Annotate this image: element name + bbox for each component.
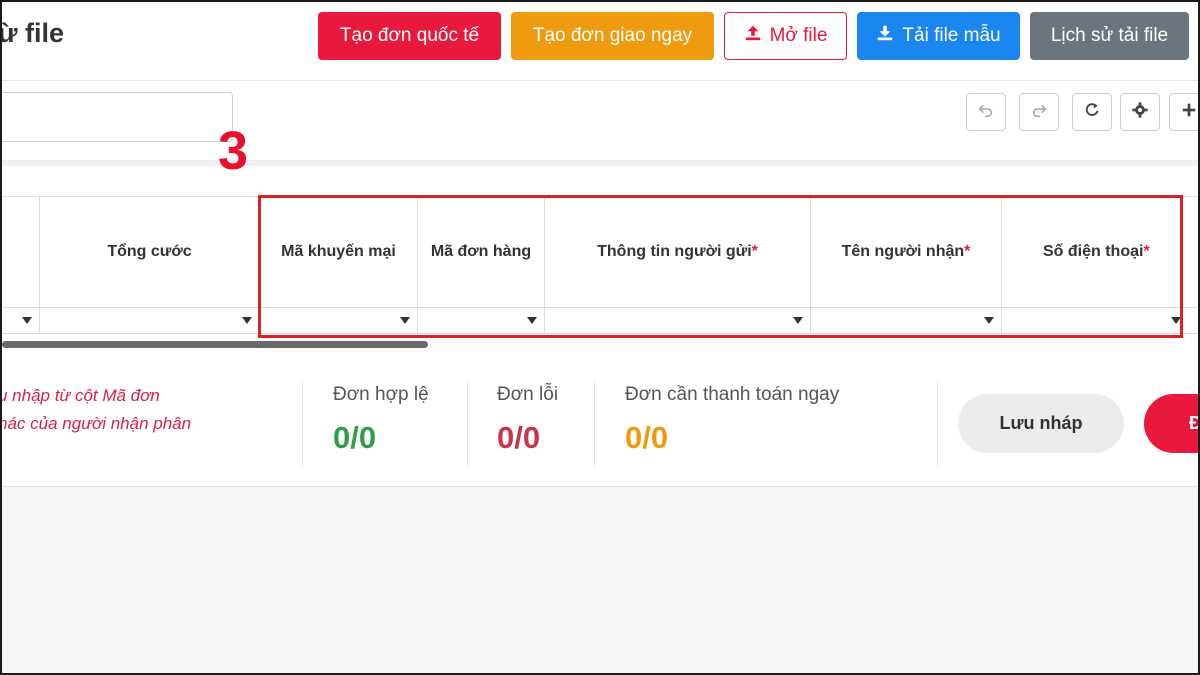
column-filter-dropdown[interactable] (545, 308, 811, 334)
step-number-annotation: 3 (218, 121, 249, 181)
column-header-sender-info[interactable]: Thông tin người gửi * (545, 196, 811, 308)
required-mark: * (751, 243, 758, 260)
create-instant-delivery-button[interactable]: Tạo đơn giao ngay (511, 12, 714, 60)
valid-orders-label: Đơn hợp lệ (333, 384, 429, 405)
column-header-partial[interactable] (2, 196, 40, 308)
pay-now-orders-count: 0/0 (625, 420, 669, 455)
column-header-label: Tên người nhận (841, 243, 965, 260)
create-international-order-label: Tạo đơn quốc tế (339, 25, 480, 46)
undo-button[interactable] (966, 93, 1006, 131)
caret-down-icon (527, 317, 537, 324)
redo-icon (1030, 101, 1048, 124)
column-filter-dropdown[interactable] (260, 308, 418, 334)
save-draft-label: Lưu nháp (999, 413, 1083, 433)
valid-orders-count: 0/0 (333, 420, 377, 455)
column-filter-dropdown[interactable] (418, 308, 545, 334)
caret-down-icon (793, 317, 803, 324)
column-filter-dropdown[interactable] (1002, 308, 1198, 334)
column-header-label: Mã đơn hàng (430, 243, 532, 260)
column-filter-dropdown[interactable] (2, 308, 40, 334)
required-mark: * (964, 243, 971, 260)
column-header-label: Số điện thoại (1043, 243, 1144, 260)
divider (302, 382, 303, 466)
redo-button[interactable] (1019, 93, 1059, 131)
app-window: ừ file Tạo đơn quốc tế Tạo đơn giao ngay… (0, 0, 1200, 675)
upload-history-label: Lịch sử tải file (1050, 25, 1169, 46)
column-header-promo-code[interactable]: Mã khuyến mại (260, 196, 418, 308)
create-international-order-button[interactable]: Tạo đơn quốc tế (318, 12, 501, 60)
page-title: ừ file (0, 18, 65, 48)
download-icon (876, 24, 894, 48)
settings-button[interactable] (1120, 93, 1160, 131)
empty-content-area (2, 487, 1198, 673)
divider (467, 382, 468, 466)
column-header-phone[interactable]: Số điện thoại * (1002, 196, 1198, 308)
refresh-button[interactable] (1072, 93, 1112, 131)
plus-icon (1180, 101, 1198, 124)
caret-down-icon (242, 317, 252, 324)
column-filter-dropdown[interactable] (40, 308, 260, 334)
page-header: ừ file Tạo đơn quốc tế Tạo đơn giao ngay… (0, 2, 1198, 81)
import-note-line: hác của người nhận phân (0, 414, 192, 433)
order-grid: Tổng cước Mã khuyến mại Mã đơn hàng Thôn… (2, 196, 1198, 336)
upload-history-button[interactable]: Lịch sử tải file (1030, 12, 1189, 60)
submit-label: Đ (1189, 413, 1198, 434)
submit-button[interactable]: Đ (1144, 394, 1198, 453)
search-input[interactable] (2, 92, 233, 142)
caret-down-icon (400, 317, 410, 324)
column-header-total-fee[interactable]: Tổng cước (40, 196, 260, 308)
upload-icon (744, 24, 762, 48)
download-template-label: Tải file mẫu (902, 25, 1001, 46)
save-draft-button[interactable]: Lưu nháp (958, 394, 1124, 453)
create-instant-delivery-label: Tạo đơn giao ngay (532, 25, 693, 46)
error-orders-count: 0/0 (497, 420, 541, 455)
column-header-label: Thông tin người gửi (597, 243, 752, 260)
download-template-button[interactable]: Tải file mẫu (857, 12, 1020, 60)
horizontal-scrollbar[interactable] (2, 341, 428, 348)
caret-down-icon (984, 317, 994, 324)
required-mark: * (1143, 243, 1150, 260)
divider (594, 382, 595, 466)
refresh-icon (1083, 101, 1101, 124)
column-header-label: Mã khuyến mại (281, 243, 396, 260)
divider (937, 382, 938, 466)
section-divider (2, 160, 1198, 166)
import-note: u nhập từ cột Mã đơn hác của người nhận … (0, 382, 288, 438)
column-header-recipient-name[interactable]: Tên người nhận * (811, 196, 1002, 308)
error-orders-label: Đơn lỗi (497, 384, 559, 405)
caret-down-icon (22, 317, 32, 324)
import-note-line: u nhập từ cột Mã đơn (0, 386, 160, 405)
column-filter-dropdown[interactable] (811, 308, 1002, 334)
undo-icon (977, 101, 995, 124)
gear-icon (1131, 101, 1149, 124)
column-header-order-code[interactable]: Mã đơn hàng (418, 196, 545, 308)
open-file-label: Mở file (769, 25, 828, 46)
pay-now-orders-label: Đơn cần thanh toán ngay (625, 384, 840, 405)
add-column-button[interactable] (1169, 93, 1198, 131)
column-header-label: Tổng cước (107, 243, 192, 260)
caret-down-icon (1171, 317, 1181, 324)
open-file-button[interactable]: Mở file (724, 12, 847, 60)
